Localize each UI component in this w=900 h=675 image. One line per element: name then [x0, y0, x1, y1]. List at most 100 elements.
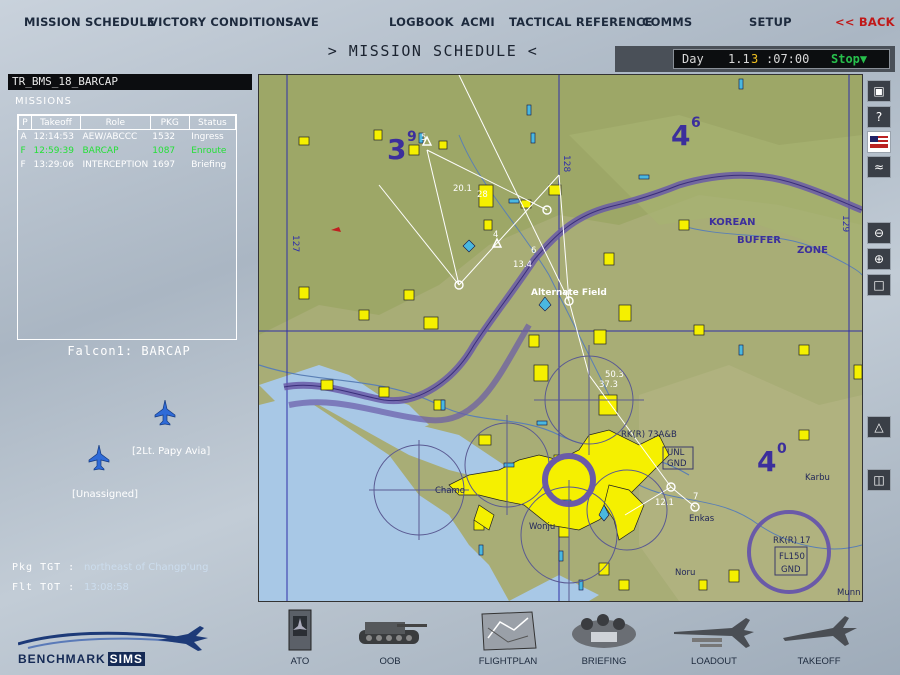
- grid-label-129: 129: [840, 215, 850, 232]
- menu-tactical-reference[interactable]: TACTICAL REFERENCE: [509, 15, 653, 29]
- cell-takeoff: 13:29:06: [33, 160, 74, 170]
- pilot-slot-1[interactable]: [2Lt. Papy Avia]: [132, 446, 210, 457]
- takeoff-jet-icon: [783, 616, 857, 646]
- waypoint-label: 20.1: [453, 184, 472, 194]
- sector-number: 3: [387, 133, 406, 166]
- menu-save[interactable]: SAVE: [285, 15, 319, 29]
- flag-icon[interactable]: [867, 131, 891, 153]
- zoom-out-icon[interactable]: ⊖: [867, 222, 891, 244]
- menu-logbook[interactable]: LOGBOOK: [389, 15, 454, 29]
- nav-briefing-button[interactable]: BRIEFING: [566, 606, 642, 670]
- clock-stop-dropdown[interactable]: Stop▼: [831, 50, 867, 68]
- threat-icon[interactable]: △: [867, 416, 891, 438]
- cell-pkg: 1532: [152, 132, 176, 142]
- unit-icon[interactable]: ◫: [867, 469, 891, 491]
- cell-p: F: [20, 160, 26, 170]
- col-header-p[interactable]: P: [18, 115, 32, 130]
- grid-label-128: 128: [561, 155, 571, 172]
- flt-tot-label: Flt TOT :: [12, 582, 76, 593]
- pilot-slot-2[interactable]: [Unassigned]: [72, 489, 138, 500]
- menu-mission-schedule[interactable]: MISSION SCHEDULE: [24, 15, 155, 29]
- map-label-rk17: RK(R) 17: [773, 536, 811, 546]
- menu-victory-conditions[interactable]: VICTORY CONDITIONS: [149, 15, 294, 29]
- map-label-chamo: Chamo: [435, 486, 465, 496]
- map-label-korean: KOREAN: [709, 217, 755, 228]
- table-row[interactable]: F 12:59:39 BARCAP 1087 Enroute: [19, 144, 236, 158]
- back-button[interactable]: << BACK: [835, 15, 895, 29]
- map-label-munn: Munn: [837, 588, 861, 598]
- clock-panel: Day 1.1 3 :07:00 Stop▼: [615, 46, 895, 72]
- oob-tank-icon: [359, 622, 427, 644]
- pkg-tgt-label: Pkg TGT :: [12, 562, 76, 573]
- table-row[interactable]: A 12:14:53 AEW/ABCCC 1532 Ingress: [19, 130, 236, 145]
- col-header-takeoff[interactable]: Takeoff: [31, 115, 81, 130]
- waypoint-label: 13.4: [513, 260, 532, 270]
- aircraft-slot-1-icon[interactable]: [154, 400, 176, 426]
- nav-takeoff-button[interactable]: TAKEOFF: [776, 606, 862, 670]
- cell-p: F: [20, 146, 26, 156]
- fit-icon[interactable]: □: [867, 274, 891, 296]
- col-header-pkg[interactable]: PKG: [149, 115, 190, 130]
- aircraft-slot-2-icon[interactable]: [88, 445, 110, 471]
- nav-briefing-label: BRIEFING: [581, 656, 627, 667]
- package-info: Pkg TGT : northeast of Changp'ung Flt TOT…: [12, 562, 209, 602]
- waypoint-label: 5: [421, 133, 426, 143]
- map-label-zone: ZONE: [797, 245, 828, 256]
- map-label-enkas: Enkas: [689, 514, 715, 524]
- cell-role: BARCAP: [82, 146, 119, 156]
- nav-ato-button[interactable]: ATO: [276, 606, 324, 670]
- grid-label-127: 127: [290, 235, 300, 252]
- cell-role: AEW/ABCCC: [82, 132, 138, 142]
- map-label-fl150: FL150: [779, 552, 805, 562]
- help-icon[interactable]: ?: [867, 106, 891, 128]
- sector-sup: 6: [691, 115, 701, 131]
- col-header-status[interactable]: Status: [188, 115, 237, 130]
- nav-oob-button[interactable]: OOB: [350, 606, 430, 670]
- pkg-tgt-value: northeast of Changp'ung: [84, 562, 209, 573]
- cell-pkg: 1087: [152, 146, 176, 156]
- map-label-gnd2: GND: [781, 565, 801, 575]
- table-row[interactable]: F 13:29:06 INTERCEPTION 1697 Briefing: [19, 158, 236, 172]
- cell-takeoff: 12:14:53: [33, 132, 74, 142]
- nav-loadout-label: LOADOUT: [691, 656, 737, 667]
- map-label-wonju: Wonju: [529, 522, 555, 532]
- clock-day-label: Day: [682, 52, 704, 66]
- nav-ato-label: ATO: [290, 656, 310, 667]
- map-canvas: 127 128 129 5 20.1 28 4 6 13.4 50.3 37.3…: [259, 75, 862, 601]
- map-label-unl: UNL: [667, 448, 685, 458]
- cell-p: A: [20, 132, 27, 142]
- page-title: > MISSION SCHEDULE <: [327, 42, 539, 60]
- sector-sup: 0: [777, 441, 787, 457]
- flightplan-map-icon: [481, 611, 537, 651]
- cell-status: Enroute: [191, 146, 227, 156]
- map-label-buffer: BUFFER: [737, 235, 781, 246]
- clock-minute: 3: [751, 52, 759, 66]
- campaign-map[interactable]: 127 128 129 5 20.1 28 4 6 13.4 50.3 37.3…: [258, 74, 863, 602]
- nav-loadout-button[interactable]: LOADOUT: [668, 606, 760, 670]
- map-layers-icon[interactable]: ▣: [867, 80, 891, 102]
- nav-flightplan-label: FLIGHTPLAN: [478, 656, 538, 667]
- missions-label: MISSIONS: [15, 96, 72, 107]
- waypoint-label: 28: [477, 190, 488, 200]
- menu-comms[interactable]: COMMS: [642, 15, 692, 29]
- terrain-icon[interactable]: ≈: [867, 156, 891, 178]
- cell-status: Ingress: [191, 132, 224, 142]
- nav-takeoff-label: TAKEOFF: [797, 656, 841, 667]
- sector-number: 4: [671, 119, 690, 152]
- mission-list: P Takeoff Role PKG Status A 12:14:53 AEW…: [17, 114, 237, 340]
- cell-role: INTERCEPTION: [82, 160, 149, 170]
- nav-flightplan-button[interactable]: FLIGHTPLAN: [468, 606, 548, 670]
- clock-day: 1.1: [728, 52, 750, 66]
- cell-takeoff: 12:59:39: [33, 146, 74, 156]
- col-header-role[interactable]: Role: [80, 115, 151, 130]
- menu-setup[interactable]: SETUP: [749, 15, 792, 29]
- flight-title: Falcon1: BARCAP: [67, 344, 191, 358]
- cell-pkg: 1697: [152, 160, 176, 170]
- menu-acmi[interactable]: ACMI: [461, 15, 495, 29]
- logo-jet-icon: [18, 626, 208, 651]
- map-label-alternate-field: Alternate Field: [531, 288, 607, 298]
- map-toolbar: ▣ ? ≈ ⊖ ⊕ □ △ ◫: [864, 76, 894, 596]
- zoom-in-icon[interactable]: ⊕: [867, 248, 891, 270]
- package-panel: TR_BMS_18_BARCAP MISSIONS P Takeoff Role…: [0, 72, 258, 600]
- waypoint-label: 37.3: [599, 380, 618, 390]
